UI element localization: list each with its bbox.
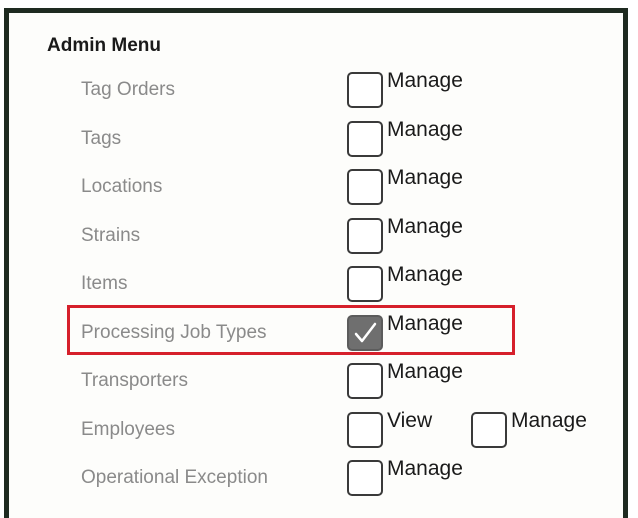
permission-row-label: Employees bbox=[81, 418, 175, 440]
permission-row: Tag Orders Manage bbox=[9, 65, 633, 113]
permission-option-label: Manage bbox=[511, 408, 587, 432]
permission-option-label: Manage bbox=[387, 263, 463, 286]
manage-checkbox[interactable] bbox=[347, 169, 383, 205]
permission-row-label: Tag Orders bbox=[81, 79, 175, 100]
manage-checkbox[interactable] bbox=[347, 460, 383, 496]
manage-checkbox[interactable] bbox=[347, 120, 383, 157]
permission-option[interactable]: Manage bbox=[347, 262, 463, 304]
permission-row: Tags Manage bbox=[9, 114, 633, 162]
permission-option[interactable]: Manage bbox=[347, 456, 463, 498]
permission-row-label: Items bbox=[81, 273, 128, 294]
permission-row: Strains Manage bbox=[9, 211, 633, 259]
permission-row: Operational Exception Manage bbox=[9, 453, 633, 501]
permission-option[interactable]: Manage bbox=[347, 214, 463, 256]
permission-option-label: Manage bbox=[387, 360, 463, 383]
check-icon bbox=[354, 322, 377, 342]
admin-menu-panel: Admin Menu Tag Orders Manage Tags Manage Loc… bbox=[4, 8, 628, 518]
permission-option[interactable]: Manage bbox=[347, 359, 463, 401]
permission-option[interactable]: View bbox=[347, 408, 432, 450]
permission-row: Transporters Manage bbox=[9, 356, 633, 404]
permission-option-label: View bbox=[387, 408, 433, 432]
permission-row: Processing Job Types Manage bbox=[9, 308, 633, 356]
permission-row-label: Strains bbox=[81, 224, 141, 246]
manage-checkbox[interactable] bbox=[347, 72, 383, 108]
permission-row-label: Tags bbox=[81, 127, 122, 149]
permission-option-label: Manage bbox=[387, 457, 463, 480]
permission-option[interactable]: Manage bbox=[347, 311, 463, 353]
permission-option[interactable]: Manage bbox=[347, 68, 463, 110]
manage-checkbox[interactable] bbox=[471, 411, 507, 448]
permission-option-label: Manage bbox=[387, 214, 463, 238]
permission-row: Locations Manage bbox=[9, 162, 633, 210]
manage-checkbox[interactable] bbox=[347, 363, 383, 399]
permission-option-label: Manage bbox=[387, 311, 463, 335]
permission-option-label: Manage bbox=[387, 166, 463, 189]
view-checkbox[interactable] bbox=[347, 411, 383, 448]
permission-option[interactable]: Manage bbox=[347, 165, 463, 207]
permission-option-label: Manage bbox=[387, 117, 463, 141]
permission-row-label: Operational Exception bbox=[81, 467, 268, 488]
permission-row-label: Processing Job Types bbox=[81, 321, 267, 343]
admin-menu-title: Admin Menu bbox=[47, 35, 161, 56]
manage-checkbox[interactable] bbox=[347, 217, 383, 254]
permission-row: Items Manage bbox=[9, 259, 633, 307]
permission-row: Employees View Manage bbox=[9, 405, 633, 453]
permission-option[interactable]: Manage bbox=[471, 408, 587, 450]
manage-checkbox[interactable] bbox=[347, 266, 383, 302]
manage-checkbox[interactable] bbox=[347, 314, 383, 351]
permission-row-label: Transporters bbox=[81, 370, 188, 391]
permission-row-label: Locations bbox=[81, 176, 163, 197]
permission-option[interactable]: Manage bbox=[347, 117, 463, 159]
permission-option-label: Manage bbox=[387, 69, 463, 92]
